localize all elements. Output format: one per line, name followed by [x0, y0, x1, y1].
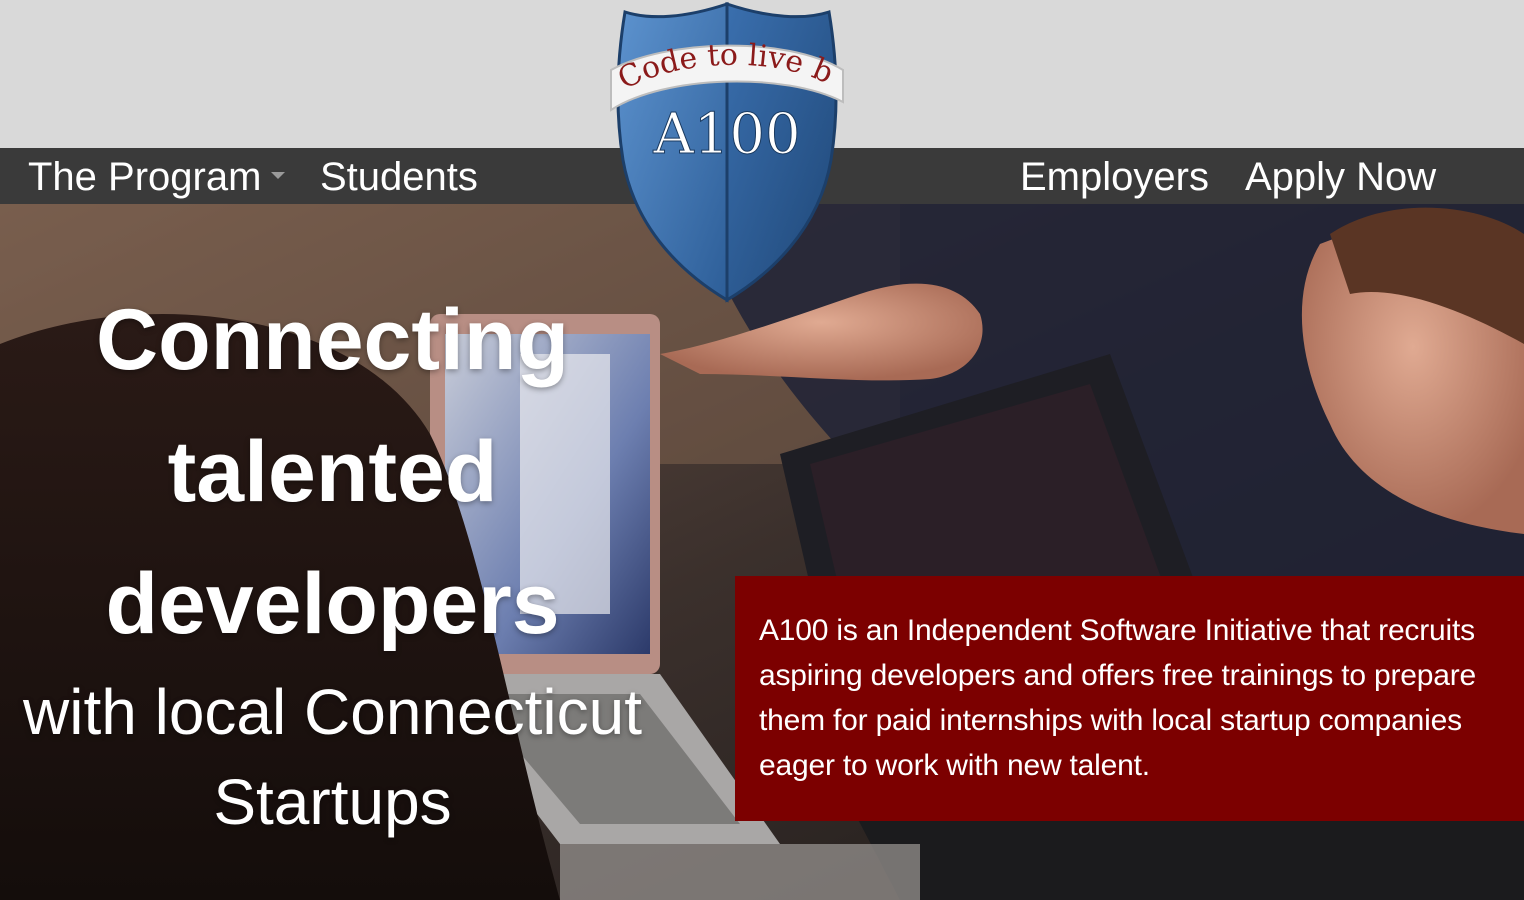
- hero-line-3: developers: [105, 556, 560, 652]
- hero-section: Connecting talented developers with loca…: [0, 204, 1524, 900]
- hero-line-1: Connecting: [96, 292, 569, 388]
- hero-line-2: talented: [167, 424, 498, 520]
- intro-description: A100 is an Independent Software Initiati…: [759, 614, 1477, 782]
- caret-down-icon: [271, 171, 286, 179]
- nav-apply-now[interactable]: Apply Now: [1245, 148, 1436, 204]
- nav-students[interactable]: Students: [320, 148, 478, 204]
- logo-mark: A100: [652, 102, 800, 167]
- intro-info-box: A100 is an Independent Software Initiati…: [735, 576, 1524, 821]
- a100-shield-logo[interactable]: Code to live by A100: [605, 0, 850, 305]
- nav-employers[interactable]: Employers: [1020, 148, 1209, 204]
- nav-the-program[interactable]: The Program: [28, 148, 286, 204]
- hero-headline: Connecting talented developers with loca…: [0, 274, 665, 850]
- hero-line-4: with local Connecticut: [23, 676, 642, 748]
- nav-the-program-label: The Program: [28, 155, 262, 199]
- hero-line-5: Startups: [213, 766, 452, 838]
